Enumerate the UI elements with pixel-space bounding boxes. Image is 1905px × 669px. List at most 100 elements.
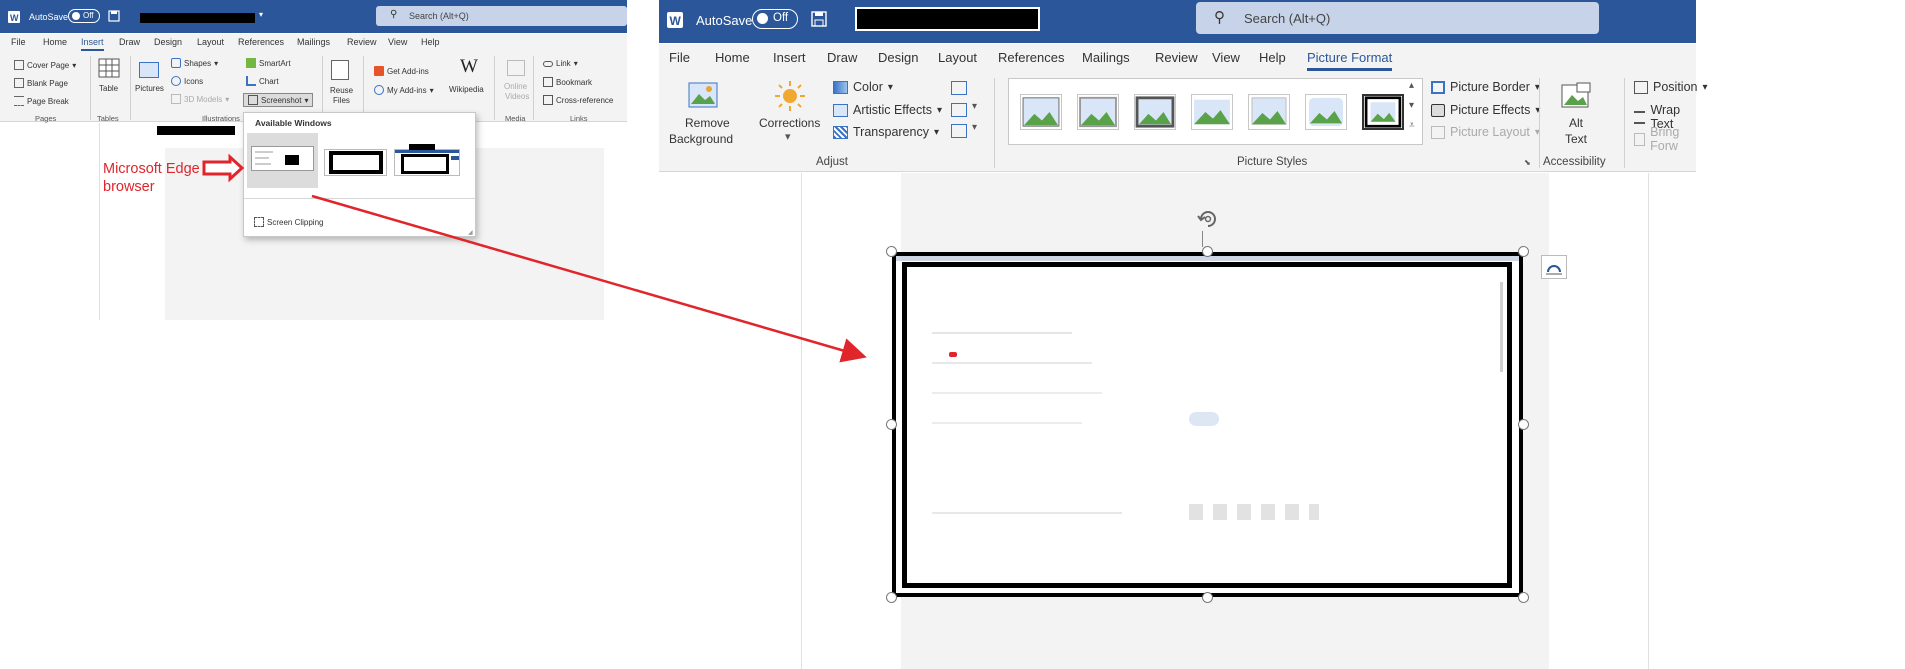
color-button[interactable]: Color ▾ (833, 80, 893, 94)
tab-design[interactable]: Design (878, 50, 918, 65)
shapes-button[interactable]: Shapes ▾ (171, 58, 218, 68)
picture-style-6[interactable] (1305, 94, 1347, 130)
dialog-launcher-icon[interactable]: ⬊ (1524, 158, 1531, 167)
autosave-toggle[interactable]: Off (752, 9, 798, 29)
picture-layout-button[interactable]: Picture Layout ▾ (1431, 125, 1540, 139)
chart-button[interactable]: Chart (246, 76, 279, 86)
bring-forward-button[interactable]: Bring Forw (1634, 125, 1696, 153)
search-box[interactable]: ⚲ Search (Alt+Q) (1196, 2, 1599, 34)
ribbon-tabs: File Home Insert Draw Design Layout Refe… (659, 44, 1696, 72)
artistic-effects-button[interactable]: Artistic Effects ▾ (833, 103, 942, 117)
window-thumbnail-word-2[interactable] (394, 144, 460, 176)
window-thumbnail-edge[interactable] (247, 133, 318, 188)
word-window-large: W AutoSave Off ⚲ Search (Alt+Q) File Hom… (659, 0, 1708, 669)
transparency-button[interactable]: Transparency ▾ (833, 125, 939, 139)
picture-style-5[interactable] (1248, 94, 1290, 130)
icons-button[interactable]: Icons (171, 76, 203, 86)
tab-layout[interactable]: Layout (197, 37, 224, 47)
gallery-scroll-up-icon[interactable]: ▴ (1409, 80, 1414, 91)
pictures-button[interactable]: Pictures (135, 84, 164, 93)
picture-style-2[interactable] (1077, 94, 1119, 130)
resize-handle-top[interactable] (1202, 246, 1213, 257)
remove-background-button[interactable]: Remove (685, 116, 730, 130)
screen-clipping-button[interactable]: Screen Clipping (254, 217, 323, 227)
window-thumbnail-word-1[interactable] (324, 149, 387, 176)
page-break-button[interactable]: Page Break (14, 96, 69, 106)
tab-references[interactable]: References (238, 37, 284, 47)
corrections-button[interactable]: Corrections (759, 116, 820, 130)
picture-style-1[interactable] (1020, 94, 1062, 130)
tab-view[interactable]: View (1212, 50, 1240, 65)
rotate-handle-icon[interactable] (1196, 207, 1220, 231)
compress-pictures-icon[interactable] (951, 81, 967, 95)
picture-style-3[interactable] (1134, 94, 1176, 130)
tab-insert[interactable]: Insert (773, 50, 806, 65)
bookmark-button[interactable]: Bookmark (543, 77, 592, 87)
get-addins-button[interactable]: Get Add-ins (374, 66, 429, 76)
tab-picture-format[interactable]: Picture Format (1307, 50, 1393, 71)
tab-help[interactable]: Help (1259, 50, 1286, 65)
picture-border-button[interactable]: Picture Border ▾ (1431, 80, 1540, 94)
addins-icon (374, 85, 384, 95)
pictures-icon (139, 62, 159, 78)
resize-handle-left[interactable] (886, 419, 897, 430)
tab-design[interactable]: Design (154, 37, 182, 47)
search-box[interactable]: ⚲ Search (Alt+Q) (376, 6, 627, 26)
search-icon: ⚲ (1214, 9, 1225, 26)
resize-handle-top-right[interactable] (1518, 246, 1529, 257)
online-videos-button[interactable]: Online (504, 82, 527, 91)
save-icon[interactable] (811, 11, 827, 27)
tab-references[interactable]: References (998, 50, 1064, 65)
wikipedia-logo-icon: W (460, 56, 478, 77)
gallery-scroll-down-icon[interactable]: ▾ (1409, 100, 1414, 111)
tab-view[interactable]: View (388, 37, 407, 47)
save-icon[interactable] (108, 10, 120, 22)
tab-mailings[interactable]: Mailings (1082, 50, 1130, 65)
tab-insert[interactable]: Insert (81, 37, 104, 51)
smartart-button[interactable]: SmartArt (246, 58, 291, 68)
tab-review[interactable]: Review (347, 37, 377, 47)
reset-picture-icon[interactable] (951, 124, 967, 138)
reuse-files-button[interactable]: Reuse (330, 86, 353, 95)
tab-help[interactable]: Help (421, 37, 440, 47)
picture-style-7-selected[interactable] (1362, 94, 1404, 130)
position-button[interactable]: Position ▾ (1634, 80, 1708, 94)
table-button[interactable]: Table (99, 84, 118, 93)
wrap-text-icon (1634, 110, 1646, 124)
tab-home[interactable]: Home (715, 50, 750, 65)
tab-review[interactable]: Review (1155, 50, 1198, 65)
resize-handle-bottom-left[interactable] (886, 592, 897, 603)
tab-home[interactable]: Home (43, 37, 67, 47)
screenshot-button[interactable]: Screenshot ▾ (243, 93, 314, 107)
tab-mailings[interactable]: Mailings (297, 37, 330, 47)
resize-handle-right[interactable] (1518, 419, 1529, 430)
alt-text-icon (1561, 82, 1591, 108)
3d-models-button[interactable]: 3D Models ▾ (171, 94, 229, 104)
chevron-down-icon[interactable]: ▾ (259, 10, 263, 19)
resize-grip-icon[interactable]: ◢ (468, 229, 473, 236)
resize-handle-bottom[interactable] (1202, 592, 1213, 603)
tab-layout[interactable]: Layout (938, 50, 977, 65)
tab-draw[interactable]: Draw (827, 50, 857, 65)
layout-options-button[interactable] (1541, 255, 1567, 279)
resize-handle-top-left[interactable] (886, 246, 897, 257)
gallery-more-icon[interactable]: ⩡ (1409, 120, 1415, 131)
blank-page-button[interactable]: Blank Page (14, 78, 68, 88)
tab-file[interactable]: File (669, 50, 690, 65)
cover-page-button[interactable]: Cover Page ▾ (14, 60, 76, 70)
picture-style-4[interactable] (1191, 94, 1233, 130)
wikipedia-button[interactable]: Wikipedia (449, 85, 484, 94)
link-button[interactable]: Link ▾ (543, 59, 578, 68)
alt-text-button[interactable]: Alt (1569, 116, 1583, 130)
autosave-toggle[interactable]: Off (68, 9, 100, 23)
my-addins-button[interactable]: My Add-ins ▾ (374, 85, 434, 95)
inserted-screenshot[interactable] (892, 252, 1523, 597)
picture-layout-icon (1431, 125, 1445, 139)
change-picture-icon[interactable] (951, 103, 967, 117)
tab-file[interactable]: File (11, 37, 26, 47)
cross-reference-button[interactable]: Cross-reference (543, 95, 613, 105)
tab-draw[interactable]: Draw (119, 37, 140, 47)
resize-handle-bottom-right[interactable] (1518, 592, 1529, 603)
chevron-down-icon[interactable]: ▾ (785, 130, 791, 143)
picture-effects-button[interactable]: Picture Effects ▾ (1431, 103, 1540, 117)
